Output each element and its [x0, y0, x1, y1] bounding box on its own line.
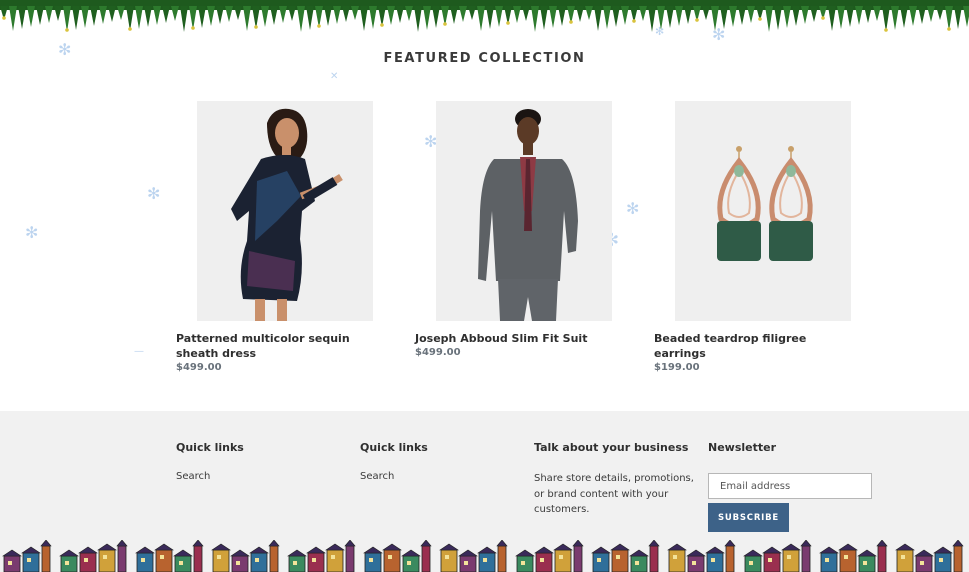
footer-heading: Talk about your business: [534, 441, 689, 454]
footer-quick-links-2: Quick links Search: [360, 441, 428, 482]
product-name[interactable]: Beaded teardrop filigree earrings: [654, 331, 854, 361]
footer-link-search[interactable]: Search: [360, 471, 428, 482]
snowflake-icon: ✻: [712, 25, 726, 44]
product-card[interactable]: Beaded teardrop filigree earrings $199.0…: [654, 101, 854, 373]
village-decoration: [0, 539, 969, 572]
product-card[interactable]: Patterned multicolor sequin sheath dress…: [176, 101, 376, 373]
email-field[interactable]: [708, 473, 872, 499]
snowflake-icon: ✻: [626, 199, 640, 218]
snowflake-icon: ✻: [25, 223, 39, 242]
snowflake-icon: ✕: [330, 71, 339, 82]
footer-heading: Newsletter: [708, 441, 777, 454]
footer-business: Talk about your business Share store det…: [534, 441, 694, 518]
product-name[interactable]: Patterned multicolor sequin sheath dress: [176, 331, 376, 361]
footer-heading: Quick links: [176, 441, 244, 454]
product-price: $499.00: [176, 362, 222, 373]
footer-heading: Quick links: [360, 441, 428, 454]
garland-decoration: [0, 0, 969, 36]
product-name[interactable]: Joseph Abboud Slim Fit Suit: [415, 331, 615, 346]
product-card[interactable]: Joseph Abboud Slim Fit Suit $499.00: [415, 101, 615, 358]
product-image[interactable]: [197, 101, 373, 321]
snowflake-icon: ✻: [147, 184, 161, 203]
snowflake-icon: ✻: [655, 25, 665, 38]
footer-business-text: Share store details, promotions, or bran…: [534, 473, 694, 515]
product-image[interactable]: [675, 101, 851, 321]
section-title: FEATURED COLLECTION: [383, 51, 586, 66]
product-price: $499.00: [415, 347, 461, 358]
snowflake-icon: —: [134, 346, 144, 357]
footer-quick-links-1: Quick links Search: [176, 441, 244, 482]
footer-newsletter: Newsletter: [708, 441, 776, 454]
product-price: $199.00: [654, 362, 700, 373]
subscribe-button[interactable]: SUBSCRIBE: [708, 503, 789, 532]
product-image[interactable]: [436, 101, 612, 321]
footer-link-search[interactable]: Search: [176, 471, 244, 482]
